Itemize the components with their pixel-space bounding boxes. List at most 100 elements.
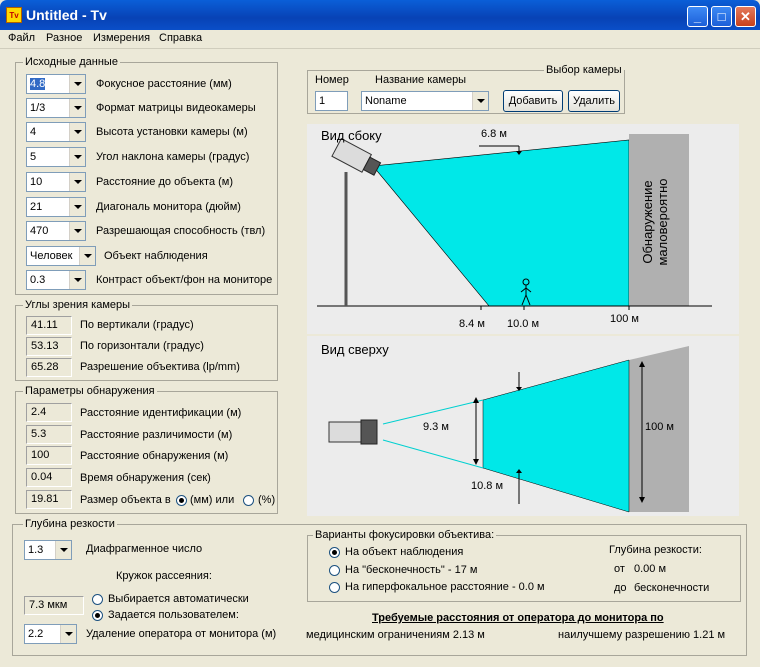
chevron-down-icon[interactable]: [69, 123, 85, 141]
detection-label: Размер объекта в: [80, 494, 171, 506]
coc-auto-label: Выбирается автоматически: [108, 593, 249, 605]
angle-value: 65.28: [26, 358, 72, 377]
input-value: 21: [30, 201, 43, 213]
chevron-down-icon[interactable]: [60, 625, 76, 643]
chevron-down-icon[interactable]: [69, 198, 85, 216]
side-view-title: Вид сбоку: [321, 128, 382, 143]
depth-to-value: бесконечности: [634, 582, 710, 594]
input-label: Контраст объект/фон на мониторе: [96, 274, 273, 286]
detection-label: Расстояние различимости (м): [80, 429, 233, 441]
input-value: 5: [30, 151, 37, 163]
chevron-down-icon[interactable]: [69, 271, 85, 289]
detection-label: Расстояние обнаружения (м): [80, 450, 229, 462]
detection-label: Время обнаружения (сек): [80, 472, 211, 484]
menu-measure[interactable]: Измерения: [93, 32, 150, 44]
coc-user-radio[interactable]: [92, 610, 103, 621]
input-select-3[interactable]: 5: [26, 147, 86, 167]
detection-value: 2.4: [26, 403, 72, 422]
input-select-0[interactable]: 4.8: [26, 74, 86, 94]
detection-value: 100: [26, 446, 72, 465]
input-value: 10: [30, 176, 43, 188]
dof-title: Глубина резкости: [23, 518, 117, 530]
input-select-6[interactable]: 470: [26, 221, 86, 241]
depth-from-value: 0.00 м: [634, 563, 667, 575]
aperture-label: Диафрагменное число: [86, 543, 203, 555]
detection-value: 5.3: [26, 425, 72, 444]
camera-number-input[interactable]: 1: [315, 91, 348, 111]
chevron-down-icon[interactable]: [69, 75, 85, 93]
angle-label: По вертикали (градус): [80, 319, 194, 331]
required-title: Требуемые расстояния от оператора до мон…: [372, 612, 664, 624]
close-button[interactable]: ✕: [735, 6, 756, 27]
camera-name-select[interactable]: Noname: [361, 91, 489, 111]
menu-help[interactable]: Справка: [159, 32, 202, 44]
delete-camera-button[interactable]: Удалить: [568, 90, 620, 112]
coc-user-label: Задается пользователем:: [108, 609, 239, 621]
input-select-8[interactable]: 0.3: [26, 270, 86, 290]
unit-pct-label: (%): [258, 494, 276, 506]
top-view-near-width: 9.3 м: [423, 421, 449, 433]
coc-label: Кружок рассеяния:: [116, 570, 212, 582]
side-tick-2: 10.0 м: [507, 318, 540, 330]
chevron-down-icon[interactable]: [69, 99, 85, 117]
depth-to-label: до: [614, 582, 627, 594]
input-select-5[interactable]: 21: [26, 197, 86, 217]
focus-object-radio[interactable]: [329, 547, 340, 558]
chevron-down-icon[interactable]: [472, 92, 488, 110]
focus-hyperfocal-radio[interactable]: [329, 582, 340, 593]
focus-infinity-radio[interactable]: [329, 565, 340, 576]
angle-label: Разрешение объектива (lp/mm): [80, 361, 240, 373]
chevron-down-icon[interactable]: [55, 541, 71, 559]
side-view-top-label: 6.8 м: [481, 128, 507, 140]
minimize-button[interactable]: _: [687, 6, 708, 27]
camera-name-label: Название камеры: [375, 74, 467, 86]
angle-value: 41.11: [26, 316, 72, 335]
menu-misc[interactable]: Разное: [46, 32, 82, 44]
input-value: 0.3: [30, 274, 46, 286]
chevron-down-icon[interactable]: [69, 173, 85, 191]
camera-number-label: Номер: [315, 74, 349, 86]
chevron-down-icon[interactable]: [69, 222, 85, 240]
side-view-zone-label: Обнаружение маловероятно: [640, 132, 670, 302]
title-bar[interactable]: [0, 0, 760, 30]
input-value: Человек: [30, 250, 73, 262]
depth-from-label: от: [614, 563, 625, 575]
coc-value: 7.3 мкм: [24, 596, 84, 615]
chevron-down-icon[interactable]: [69, 148, 85, 166]
detection-label: Расстояние идентификации (м): [80, 407, 242, 419]
side-tick-1: 8.4 м: [459, 318, 485, 330]
window-title: Untitled - Tv: [26, 7, 107, 23]
aperture-select[interactable]: 1.3: [24, 540, 72, 560]
angle-label: По горизонтали (градус): [80, 340, 204, 352]
angles-title: Углы зрения камеры: [23, 299, 133, 311]
input-value: 4: [30, 126, 37, 138]
required-best: наилучшему разрешению 1.21 м: [558, 629, 726, 641]
angle-value: 53.13: [26, 337, 72, 356]
input-select-4[interactable]: 10: [26, 172, 86, 192]
aperture-value: 1.3: [28, 544, 44, 556]
unit-mm-label: (мм) или: [190, 494, 235, 506]
input-value: 1/3: [30, 102, 46, 114]
input-select-7[interactable]: Человек: [26, 246, 96, 266]
top-view-diagram: [307, 336, 739, 516]
input-value: 470: [30, 225, 49, 237]
coc-auto-radio[interactable]: [92, 594, 103, 605]
input-label: Объект наблюдения: [104, 250, 208, 262]
input-select-2[interactable]: 4: [26, 122, 86, 142]
menu-file[interactable]: Файл: [8, 32, 35, 44]
camera-name-value: Noname: [365, 95, 407, 107]
maximize-button[interactable]: □: [711, 6, 732, 27]
add-camera-button[interactable]: Добавить: [503, 90, 563, 112]
input-data-title: Исходные данные: [23, 56, 120, 68]
side-tick-3: 100 м: [610, 313, 639, 325]
detection-value: 19.81: [26, 490, 72, 509]
chevron-down-icon[interactable]: [79, 247, 95, 265]
operator-distance-select[interactable]: 2.2: [24, 624, 77, 644]
unit-pct-radio[interactable]: [243, 495, 254, 506]
input-select-1[interactable]: 1/3: [26, 98, 86, 118]
unit-mm-radio[interactable]: [176, 495, 187, 506]
operator-distance-value: 2.2: [28, 628, 44, 640]
focus-hyperfocal-label: На гиперфокальное расстояние - 0.0 м: [345, 581, 545, 593]
input-value: 4.8: [30, 78, 46, 90]
camera-group-title: Выбор камеры: [544, 64, 624, 76]
